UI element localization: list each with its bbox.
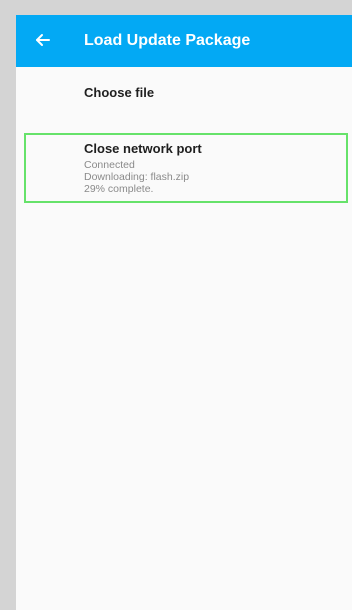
connection-status: Connected — [84, 159, 135, 171]
arrow-left-icon — [28, 26, 56, 54]
page-title: Load Update Package — [84, 32, 251, 49]
download-status: Downloading: flash.zip — [84, 171, 190, 183]
choose-file-label: Choose file — [84, 85, 155, 100]
app-bar: Load Update Package — [16, 15, 352, 67]
back-button[interactable] — [28, 26, 56, 54]
close-network-port-label: Close network port — [84, 141, 202, 156]
progress-status: 29% complete. — [84, 183, 154, 195]
close-network-port-item[interactable]: Close network port Connected Downloading… — [24, 133, 348, 203]
app-screen: Load Update Package Choose file Close ne… — [16, 15, 352, 610]
choose-file-item[interactable]: Choose file — [84, 81, 334, 107]
